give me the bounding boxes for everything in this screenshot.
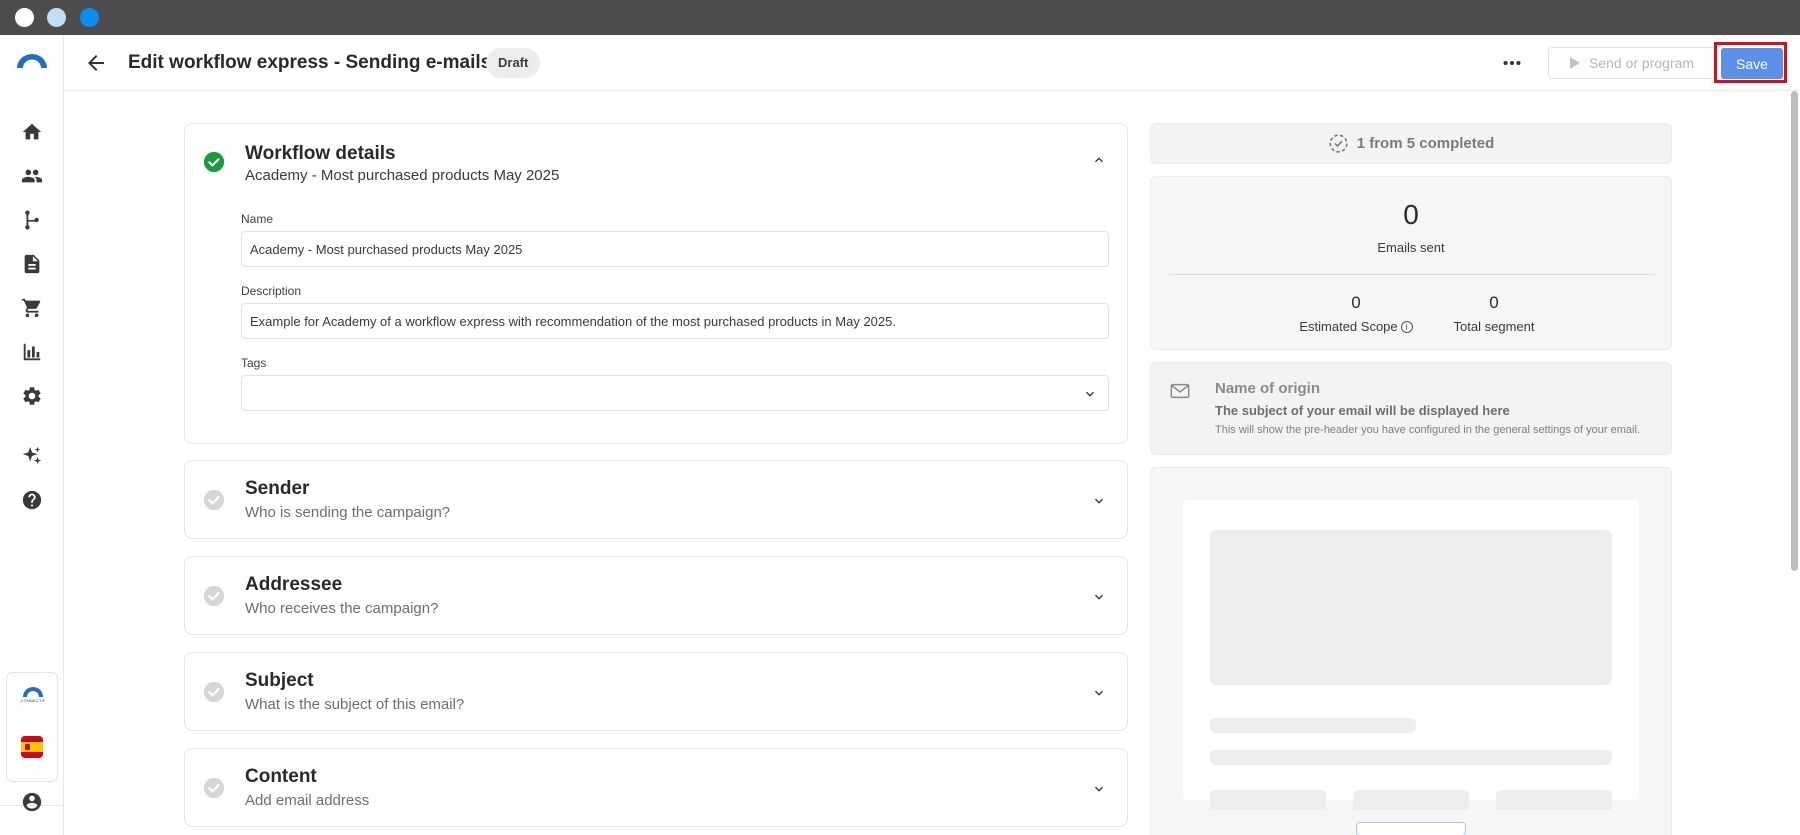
name-field-label: Name	[241, 212, 274, 226]
chevron-up-icon[interactable]	[1091, 152, 1107, 168]
image-placeholder	[1210, 530, 1612, 685]
save-button[interactable]: Save	[1721, 48, 1783, 79]
content-title: Content	[245, 766, 317, 787]
product-placeholder	[1496, 790, 1612, 810]
back-arrow-icon[interactable]	[84, 51, 108, 75]
subject-placeholder: The subject of your email will be displa…	[1215, 403, 1510, 418]
total-segment-stat: 0 Total segment	[1434, 293, 1554, 334]
total-segment-label: Total segment	[1453, 319, 1535, 334]
pending-check-icon	[203, 585, 225, 607]
contacts-icon[interactable]	[20, 164, 44, 188]
sender-card[interactable]: Sender Who is sending the campaign?	[184, 460, 1128, 539]
chevron-down-icon[interactable]	[1091, 589, 1107, 605]
app-logo-icon[interactable]	[16, 49, 48, 73]
user-account-icon[interactable]	[20, 790, 44, 814]
spain-flag-icon[interactable]	[21, 736, 43, 758]
envelope-icon	[1170, 383, 1190, 399]
origin-name: Name of origin	[1215, 380, 1321, 397]
subject-subtitle: What is the subject of this email?	[245, 696, 465, 713]
addressee-subtitle: Who receives the campaign?	[245, 600, 439, 617]
email-preview-canvas	[1183, 500, 1639, 835]
progress-label: 1 from 5 completed	[1356, 135, 1495, 152]
name-input[interactable]	[241, 231, 1109, 267]
workflow-details-subtitle: Academy - Most purchased products May 20…	[245, 167, 560, 184]
progress-circle-icon	[1329, 134, 1348, 153]
settings-icon[interactable]	[20, 384, 44, 408]
workflow-icon[interactable]	[20, 208, 44, 232]
addressee-card[interactable]: Addressee Who receives the campaign?	[184, 556, 1128, 635]
account-box: CONNECTIF	[6, 672, 58, 782]
pending-check-icon	[203, 489, 225, 511]
emails-sent-value: 0	[1403, 199, 1419, 230]
tags-select[interactable]	[241, 375, 1109, 411]
stats-card: 0 Emails sent 0 Estimated Scope i 0 Tota…	[1150, 176, 1672, 350]
text-line-placeholder	[1210, 750, 1612, 765]
estimated-scope-stat: 0 Estimated Scope i	[1296, 293, 1416, 334]
description-input[interactable]	[241, 303, 1109, 339]
more-options-icon[interactable]	[1500, 51, 1524, 75]
window-titlebar	[0, 0, 1800, 35]
stats-divider	[1169, 274, 1655, 275]
product-placeholder	[1353, 790, 1469, 810]
content-card[interactable]: Content Add email address	[184, 748, 1128, 827]
workflow-details-title: Workflow details	[245, 143, 396, 164]
product-placeholder	[1210, 790, 1326, 810]
addressee-title: Addressee	[245, 574, 343, 595]
send-or-program-label: Send or program	[1588, 55, 1695, 71]
window-close-dot[interactable]	[15, 8, 34, 27]
window-minimize-dot[interactable]	[47, 8, 66, 27]
status-badge: Draft	[486, 48, 541, 78]
chevron-down-icon	[1086, 391, 1094, 397]
preview-add-button[interactable]	[1356, 822, 1466, 835]
sender-title: Sender	[245, 478, 310, 499]
content-subtitle: Add email address	[245, 792, 370, 809]
ai-sparkle-icon[interactable]	[20, 444, 44, 468]
tags-field-label: Tags	[241, 356, 267, 370]
cart-icon[interactable]	[20, 296, 44, 320]
send-or-program-button[interactable]: Send or program	[1548, 47, 1716, 79]
subject-title: Subject	[245, 670, 314, 691]
brand-logo[interactable]: CONNECTIF	[17, 684, 49, 708]
pending-check-icon	[203, 777, 225, 799]
text-line-placeholder	[1210, 718, 1416, 733]
analytics-icon[interactable]	[20, 340, 44, 364]
progress-indicator: 1 from 5 completed	[1150, 123, 1672, 164]
page-title: Edit workflow express - Sending e-mails	[128, 52, 492, 73]
email-preview-card	[1150, 467, 1672, 835]
home-icon[interactable]	[20, 120, 44, 144]
chevron-down-icon[interactable]	[1091, 493, 1107, 509]
sender-subtitle: Who is sending the campaign?	[245, 504, 451, 521]
description-field-label: Description	[241, 284, 302, 298]
completed-check-icon	[203, 151, 225, 173]
subject-card[interactable]: Subject What is the subject of this emai…	[184, 652, 1128, 731]
chevron-down-icon[interactable]	[1091, 685, 1107, 701]
play-icon	[1569, 57, 1580, 69]
page-header: Edit workflow express - Sending e-mails …	[64, 35, 1800, 91]
pending-check-icon	[203, 681, 225, 703]
emails-sent-label: Emails sent	[1377, 240, 1445, 255]
estimated-scope-value: 0	[1351, 293, 1361, 312]
brand-logo-text: CONNECTIF	[20, 698, 46, 703]
help-icon[interactable]	[20, 488, 44, 512]
email-origin-card: Name of origin The subject of your email…	[1150, 362, 1672, 455]
workflow-details-card: Workflow details Academy - Most purchase…	[184, 123, 1128, 444]
document-icon[interactable]	[20, 252, 44, 276]
save-button-highlight: Save	[1714, 42, 1787, 83]
total-segment-value: 0	[1489, 293, 1499, 312]
sidebar: CONNECTIF	[0, 35, 64, 835]
chevron-down-icon[interactable]	[1091, 781, 1107, 797]
estimated-scope-label: Estimated Scope	[1299, 319, 1398, 334]
preheader-note: This will show the pre-header you have c…	[1215, 424, 1640, 436]
scrollbar-thumb[interactable]	[1791, 91, 1798, 571]
window-maximize-dot[interactable]	[80, 8, 99, 27]
info-icon[interactable]: i	[1400, 320, 1413, 333]
